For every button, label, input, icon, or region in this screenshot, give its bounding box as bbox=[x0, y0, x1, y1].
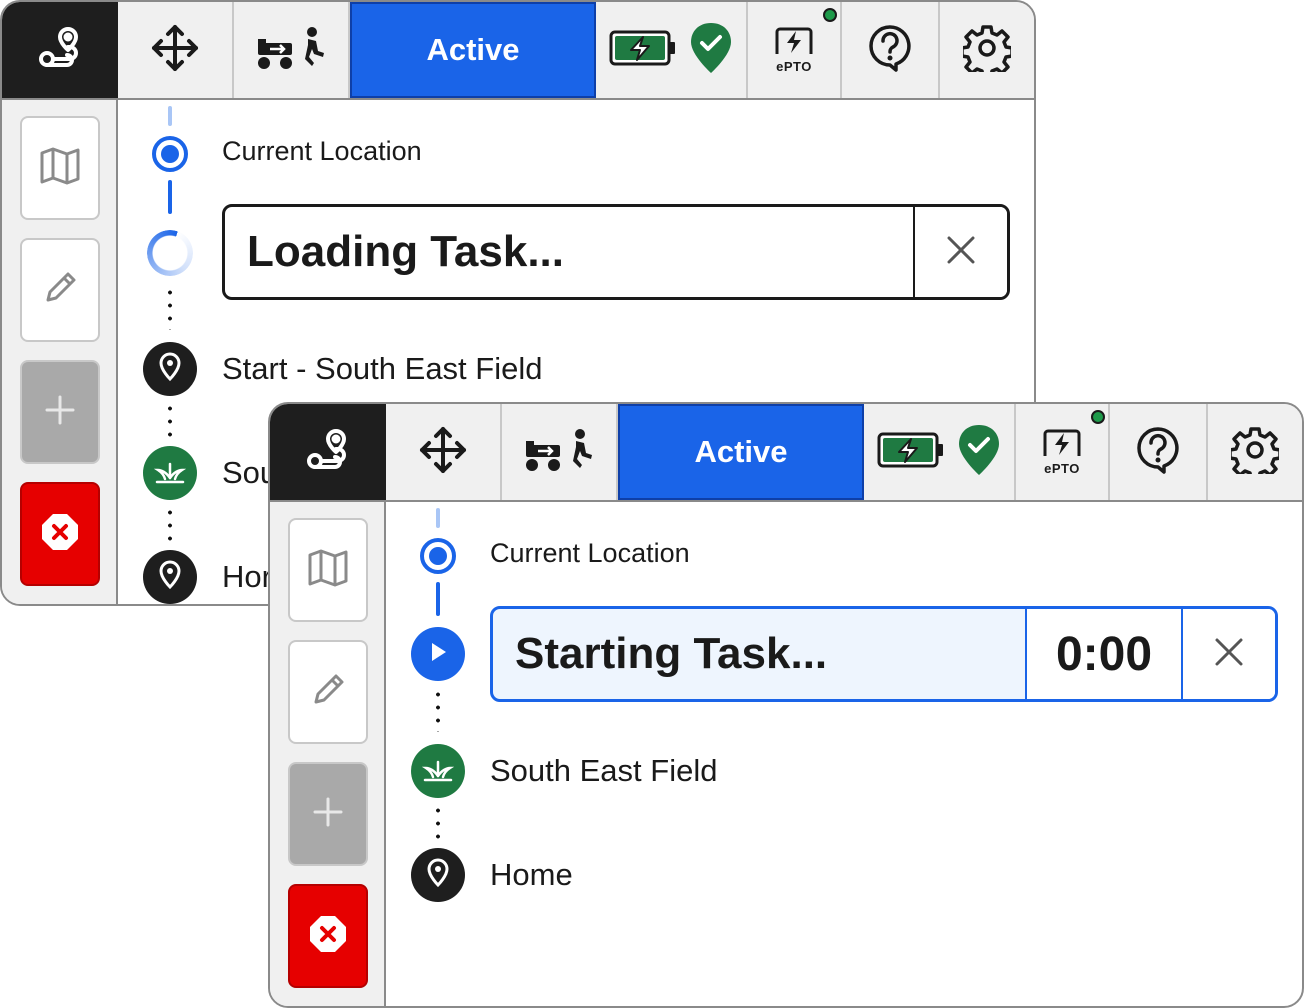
route-button[interactable] bbox=[2, 2, 118, 98]
epto-lightning-icon bbox=[1039, 428, 1085, 463]
battery-charging-icon bbox=[877, 431, 945, 474]
task-title: Loading Task... bbox=[247, 227, 565, 276]
settings-button[interactable] bbox=[940, 2, 1034, 98]
shield-check-icon bbox=[957, 423, 1001, 482]
edit-button[interactable] bbox=[288, 640, 368, 744]
map-button[interactable] bbox=[20, 116, 100, 220]
epto-button[interactable]: ePTO bbox=[748, 2, 842, 98]
stop-x-icon bbox=[308, 914, 348, 959]
help-icon bbox=[1136, 426, 1180, 479]
route-icon bbox=[35, 25, 85, 76]
stop-x-icon bbox=[40, 512, 80, 557]
active-label: Active bbox=[694, 434, 788, 469]
settings-button[interactable] bbox=[1208, 404, 1302, 500]
power-status[interactable] bbox=[864, 404, 1016, 500]
starting-task-screen: Active ePTO Current Location Starting Ta… bbox=[268, 402, 1304, 1008]
move-button[interactable] bbox=[386, 404, 502, 500]
left-sidebar bbox=[270, 502, 386, 1006]
map-icon bbox=[39, 146, 81, 191]
route-list: Current Location Starting Task... 0:00 S… bbox=[386, 502, 1302, 1006]
current-location-icon bbox=[152, 136, 188, 172]
current-location-label: Current Location bbox=[490, 538, 690, 568]
close-icon bbox=[1213, 636, 1245, 673]
task-title: Starting Task... bbox=[515, 629, 828, 678]
edit-button[interactable] bbox=[20, 238, 100, 342]
active-status-button[interactable]: Active bbox=[618, 404, 864, 500]
stop-node bbox=[143, 550, 197, 604]
stop-button[interactable] bbox=[288, 884, 368, 988]
left-sidebar bbox=[2, 100, 118, 604]
epto-status-dot bbox=[1091, 410, 1105, 424]
close-icon bbox=[945, 234, 977, 271]
gear-icon bbox=[960, 24, 1014, 79]
move-button[interactable] bbox=[118, 2, 234, 98]
active-status-button[interactable]: Active bbox=[350, 2, 596, 98]
route-line bbox=[168, 180, 172, 214]
field-icon bbox=[421, 756, 455, 787]
task-status-node bbox=[411, 627, 465, 681]
route-line bbox=[436, 508, 440, 528]
active-label: Active bbox=[426, 32, 520, 67]
follow-mode-button[interactable] bbox=[234, 2, 350, 98]
current-location-label: Current Location bbox=[222, 136, 422, 166]
gear-icon bbox=[1228, 426, 1282, 481]
epto-lightning-icon bbox=[771, 26, 817, 61]
map-pin-icon bbox=[158, 351, 182, 387]
stop-label[interactable]: Hor bbox=[222, 559, 272, 595]
battery-charging-icon bbox=[609, 29, 677, 72]
stop-label[interactable]: Start - South East Field bbox=[222, 351, 542, 387]
task-card[interactable]: Starting Task... 0:00 bbox=[490, 606, 1278, 702]
shield-check-icon bbox=[689, 21, 733, 80]
top-toolbar: Active ePTO bbox=[2, 2, 1034, 100]
route-dots bbox=[168, 402, 172, 440]
epto-button[interactable]: ePTO bbox=[1016, 404, 1110, 500]
map-button[interactable] bbox=[288, 518, 368, 622]
tractor-follow-icon bbox=[524, 427, 594, 478]
top-toolbar: Active ePTO bbox=[270, 404, 1302, 502]
stop-node bbox=[411, 744, 465, 798]
field-icon bbox=[153, 458, 187, 489]
pencil-icon bbox=[42, 270, 78, 311]
plus-icon bbox=[44, 394, 76, 431]
stop-node bbox=[411, 848, 465, 902]
task-card[interactable]: Loading Task... bbox=[222, 204, 1010, 300]
add-button[interactable] bbox=[288, 762, 368, 866]
stop-button[interactable] bbox=[20, 482, 100, 586]
epto-label: ePTO bbox=[776, 59, 812, 74]
route-dots bbox=[436, 804, 440, 842]
map-pin-icon bbox=[426, 857, 450, 893]
route-dots bbox=[168, 286, 172, 330]
tractor-follow-icon bbox=[256, 25, 326, 76]
route-line bbox=[436, 582, 440, 616]
route-dots bbox=[436, 688, 440, 732]
add-button[interactable] bbox=[20, 360, 100, 464]
route-button[interactable] bbox=[270, 404, 386, 500]
move-arrows-icon bbox=[418, 425, 468, 480]
task-timer: 0:00 bbox=[1025, 609, 1181, 699]
help-button[interactable] bbox=[842, 2, 940, 98]
route-dots bbox=[168, 506, 172, 544]
epto-label: ePTO bbox=[1044, 461, 1080, 476]
cancel-task-button[interactable] bbox=[1181, 609, 1275, 699]
follow-mode-button[interactable] bbox=[502, 404, 618, 500]
help-button[interactable] bbox=[1110, 404, 1208, 500]
loading-spinner-icon bbox=[147, 230, 193, 276]
stop-label[interactable]: South East Field bbox=[490, 753, 717, 789]
stop-node bbox=[143, 342, 197, 396]
epto-status-dot bbox=[823, 8, 837, 22]
stop-node bbox=[143, 446, 197, 500]
power-status[interactable] bbox=[596, 2, 748, 98]
play-icon bbox=[428, 641, 448, 668]
plus-icon bbox=[312, 796, 344, 833]
cancel-task-button[interactable] bbox=[913, 207, 1007, 297]
current-location-icon bbox=[420, 538, 456, 574]
route-icon bbox=[303, 427, 353, 478]
move-arrows-icon bbox=[150, 23, 200, 78]
route-line bbox=[168, 106, 172, 126]
help-icon bbox=[868, 24, 912, 77]
pencil-icon bbox=[310, 672, 346, 713]
map-pin-icon bbox=[158, 559, 182, 595]
map-icon bbox=[307, 548, 349, 593]
stop-label[interactable]: Home bbox=[490, 857, 573, 893]
